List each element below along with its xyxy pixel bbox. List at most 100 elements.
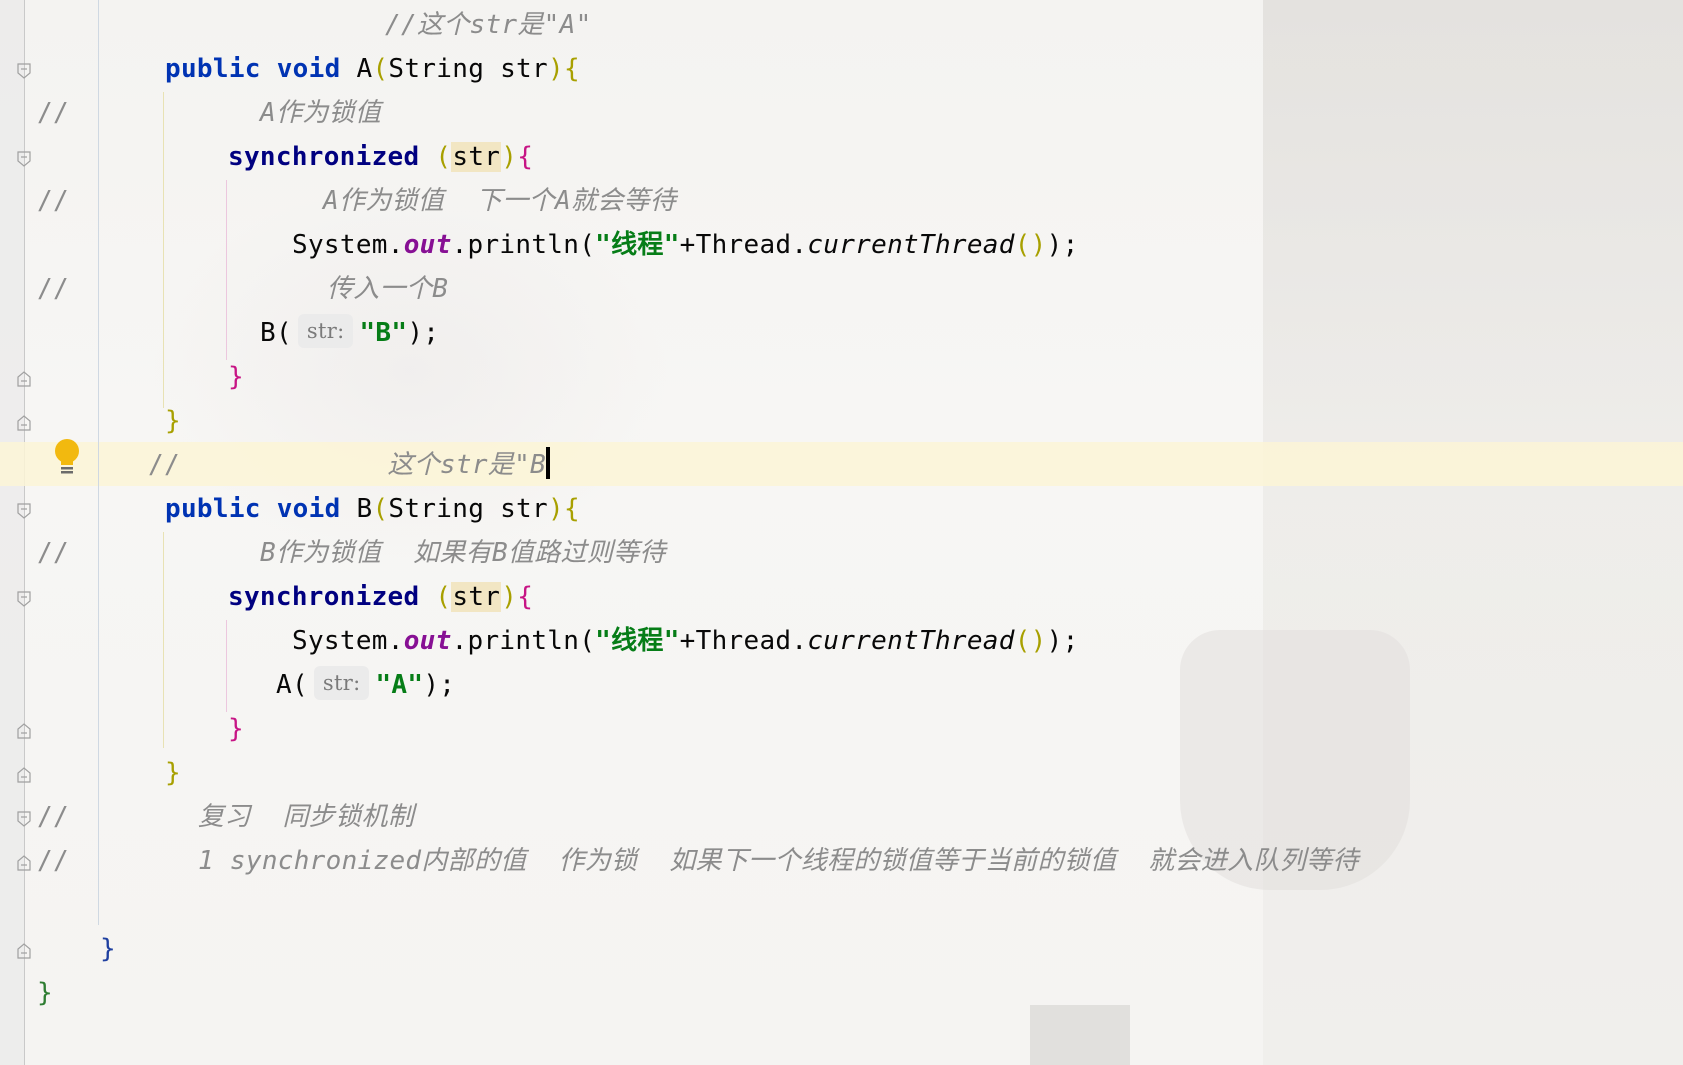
code-line[interactable]: } (37, 971, 53, 1015)
code-token: out (403, 230, 452, 260)
code-token: B( (260, 318, 292, 348)
code-line[interactable]: 1 synchronized内部的值 作为锁 如果下一个线程的锁值等于当前的锁值… (198, 839, 1359, 883)
code-token: "B" (359, 318, 408, 348)
code-token: } (228, 714, 244, 744)
line-comment-marker: // (37, 98, 69, 128)
code-token: // (148, 450, 180, 480)
code-token: "线程" (595, 626, 680, 656)
code-token: public (165, 54, 261, 84)
code-token: { (563, 494, 580, 524)
lightbulb-icon[interactable] (53, 438, 81, 478)
line-comment-marker: // (37, 538, 69, 568)
code-token: ); (1046, 230, 1079, 260)
code-token: () (1014, 626, 1047, 656)
background-artwork (1263, 0, 1683, 1065)
code-token: void (276, 54, 341, 84)
fold-close-icon[interactable] (17, 371, 31, 387)
code-token: currentThread (807, 626, 1015, 656)
code-token: ( (435, 142, 452, 172)
fold-close-icon[interactable] (17, 855, 31, 871)
fold-close-icon[interactable] (17, 767, 31, 783)
fold-close-icon[interactable] (17, 943, 31, 959)
parameter-hint: str: (297, 313, 354, 348)
code-token: } (228, 362, 244, 392)
fold-open-icon[interactable] (17, 503, 31, 519)
code-token: //这个str是"A" (385, 10, 592, 40)
code-line[interactable]: A作为锁值 下一个A就会等待 (323, 179, 676, 223)
code-token: ) (547, 54, 564, 84)
code-line[interactable]: public void A(String str){ (165, 47, 580, 91)
code-line[interactable]: 复习 同步锁机制 (198, 795, 414, 839)
indent-guide (226, 620, 227, 712)
code-line[interactable]: A作为锁值 (260, 91, 381, 135)
code-line[interactable]: System.out.println("线程"+Thread.currentTh… (292, 223, 1079, 267)
code-token: ); (1046, 626, 1079, 656)
code-token: A作为锁值 下一个A就会等待 (323, 186, 677, 216)
fold-close-icon[interactable] (17, 723, 31, 739)
code-line[interactable]: System.out.println("线程"+Thread.currentTh… (292, 619, 1079, 663)
indent-guide (226, 180, 227, 360)
code-token: currentThread (807, 230, 1015, 260)
code-token: out (403, 626, 452, 656)
code-token: ) (501, 582, 518, 612)
fold-open-icon[interactable] (17, 151, 31, 167)
text-caret (546, 446, 550, 479)
code-line[interactable]: B作为锁值 如果有B值路过则等待 (260, 531, 666, 575)
line-comment-marker: // (37, 186, 69, 216)
background-building (1030, 1005, 1130, 1065)
code-token: 这个str是"B (387, 450, 546, 480)
code-line[interactable]: 传入一个B (327, 267, 448, 311)
code-token: A (340, 54, 373, 84)
fold-close-icon[interactable] (17, 415, 31, 431)
code-token: String str (388, 54, 548, 84)
fold-open-icon[interactable] (17, 591, 31, 607)
code-line[interactable]: synchronized (str){ (228, 135, 533, 179)
line-comment-marker: // (37, 846, 69, 876)
code-token: ) (501, 142, 518, 172)
code-token: ( (372, 494, 389, 524)
code-token: } (100, 934, 116, 964)
code-token: () (1014, 230, 1047, 260)
code-token: String str (388, 494, 548, 524)
code-line[interactable]: } (100, 927, 116, 971)
code-line[interactable]: } (228, 355, 244, 399)
code-line[interactable]: //这个str是"A" (385, 3, 592, 47)
code-line[interactable]: B(str: "B"); (260, 311, 439, 355)
code-line[interactable]: synchronized (str){ (228, 575, 533, 619)
fold-open-icon[interactable] (17, 811, 31, 827)
code-token: System. (292, 626, 404, 656)
code-token: } (37, 978, 53, 1008)
indent-guide (163, 532, 164, 748)
code-token: B作为锁值 如果有B值路过则等待 (260, 538, 666, 568)
code-editor[interactable]: //////////// //这个str是"A" public void A(St… (0, 0, 1683, 1065)
code-token: ); (407, 318, 440, 348)
line-comment-marker: // (37, 274, 69, 304)
code-token: synchronized (228, 582, 420, 612)
code-token: { (517, 582, 534, 612)
code-token: synchronized (228, 142, 420, 172)
code-line[interactable]: public void B(String str){ (165, 487, 580, 531)
fold-open-icon[interactable] (17, 63, 31, 79)
line-comment-marker: // (37, 802, 69, 832)
code-token: System. (292, 230, 404, 260)
code-line[interactable]: } (165, 399, 181, 443)
code-token: A作为锁值 (260, 98, 382, 128)
code-token: { (563, 54, 580, 84)
code-line[interactable]: A(str: "A"); (276, 663, 455, 707)
code-token: +Thread. (679, 626, 808, 656)
code-token: "A" (375, 670, 424, 700)
code-token: ) (547, 494, 564, 524)
code-line[interactable]: } (165, 751, 181, 795)
code-token: str (451, 582, 502, 612)
code-line[interactable]: } (228, 707, 244, 751)
code-token: 复习 同步锁机制 (198, 802, 415, 832)
code-token: public (165, 494, 261, 524)
code-token: 传入一个B (327, 274, 449, 304)
code-line[interactable]: // 这个str是"B (148, 443, 550, 487)
code-token: B (340, 494, 373, 524)
